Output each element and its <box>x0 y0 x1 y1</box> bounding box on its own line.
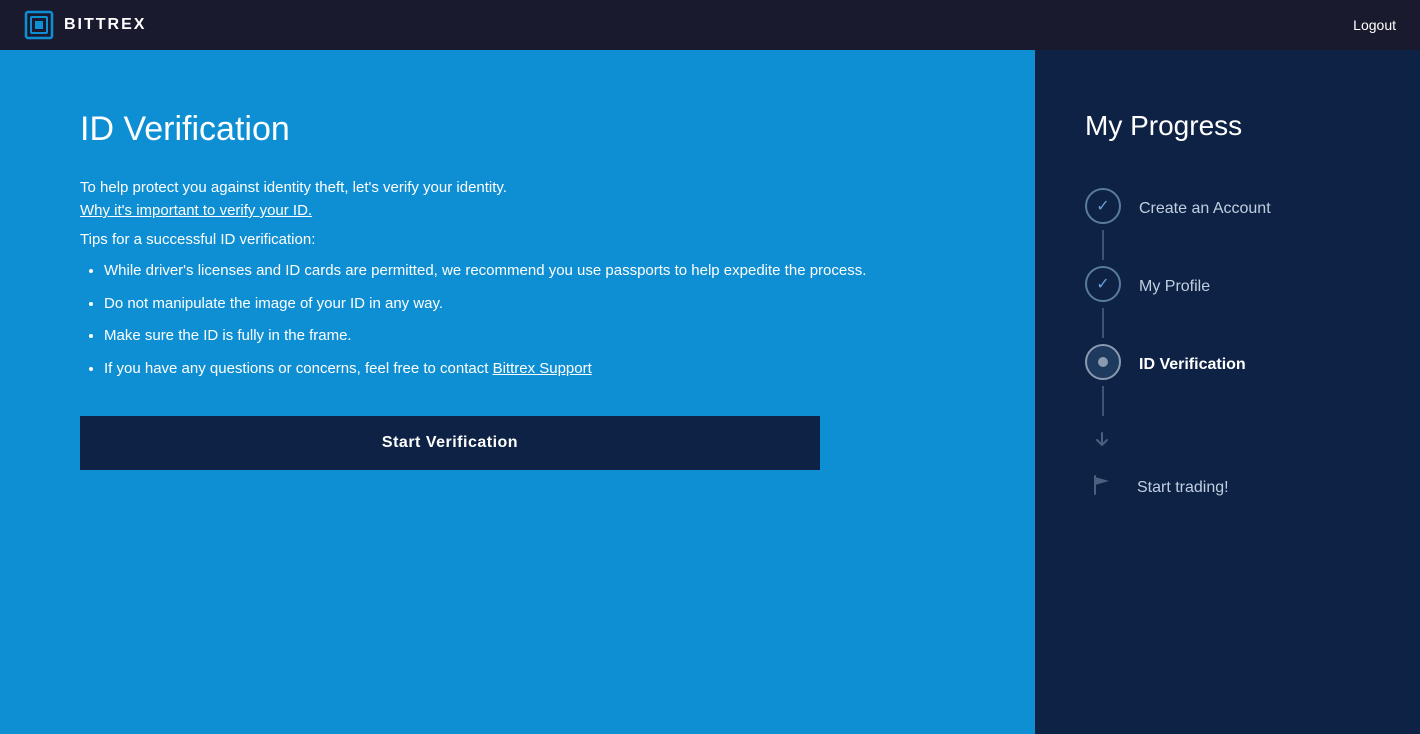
progress-title: My Progress <box>1085 110 1370 142</box>
page-title: ID Verification <box>80 110 955 149</box>
connector-2-3 <box>1102 308 1104 338</box>
step-1-label: Create an Account <box>1139 194 1271 218</box>
checkmark-icon-2: ✓ <box>1096 274 1109 294</box>
tips-heading: Tips for a successful ID verification: <box>80 231 955 248</box>
connector-3-4 <box>1102 386 1104 416</box>
step-3-icon <box>1085 344 1121 380</box>
tip-item-4: If you have any questions or concerns, f… <box>104 358 955 381</box>
why-verify-link[interactable]: Why it's important to verify your ID. <box>80 202 955 219</box>
step-start-trading: Start trading! <box>1085 462 1370 508</box>
step-arrow-row <box>1085 416 1370 462</box>
support-link[interactable]: Bittrex Support <box>493 360 592 377</box>
active-circle-icon <box>1095 354 1111 370</box>
header: BITTREX Logout <box>0 0 1420 50</box>
logout-button[interactable]: Logout <box>1353 17 1396 33</box>
arrow-down-icon <box>1085 422 1119 456</box>
tip-item-3: Make sure the ID is fully in the frame. <box>104 325 955 348</box>
tip-item-4-text: If you have any questions or concerns, f… <box>104 360 488 377</box>
tip-item-1: While driver's licenses and ID cards are… <box>104 260 955 283</box>
step-2-label: My Profile <box>1139 272 1210 296</box>
checkmark-icon-1: ✓ <box>1096 196 1109 216</box>
step-create-account: ✓ Create an Account <box>1085 182 1370 230</box>
logo-text: BITTREX <box>64 16 146 34</box>
flag-icon <box>1091 474 1113 496</box>
step-3-label: ID Verification <box>1139 350 1246 374</box>
step-my-profile: ✓ My Profile <box>1085 260 1370 308</box>
step-4-icon <box>1085 468 1119 502</box>
left-panel: ID Verification To help protect you agai… <box>0 50 1035 734</box>
start-verification-button[interactable]: Start Verification <box>80 416 820 470</box>
intro-text: To help protect you against identity the… <box>80 179 955 196</box>
step-4-label: Start trading! <box>1137 473 1229 497</box>
logo-area: BITTREX <box>24 10 146 40</box>
connector-1-2 <box>1102 230 1104 260</box>
progress-steps: ✓ Create an Account ✓ My Profile <box>1085 182 1370 508</box>
step-1-icon: ✓ <box>1085 188 1121 224</box>
step-id-verification: ID Verification <box>1085 338 1370 386</box>
main-content: ID Verification To help protect you agai… <box>0 50 1420 734</box>
tips-list: While driver's licenses and ID cards are… <box>80 260 955 380</box>
tip-item-2: Do not manipulate the image of your ID i… <box>104 293 955 316</box>
step-2-icon: ✓ <box>1085 266 1121 302</box>
bittrex-logo-icon <box>24 10 54 40</box>
right-panel: My Progress ✓ Create an Account ✓ My Pro… <box>1035 50 1420 734</box>
